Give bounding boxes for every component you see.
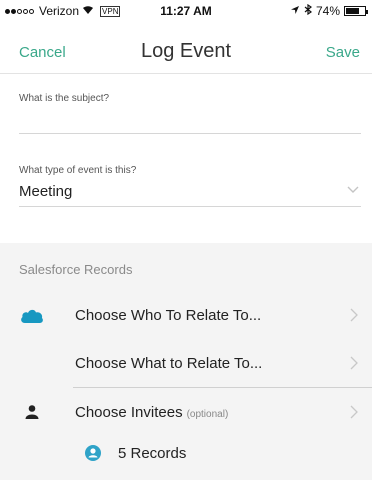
user-circle-icon — [85, 445, 101, 461]
page-title: Log Event — [140, 40, 232, 62]
invitees-row[interactable]: Choose Invitees (optional) — [0, 389, 372, 437]
battery-fill — [346, 8, 360, 14]
invitees-label: Choose Invitees — [75, 404, 183, 421]
save-button[interactable]: Save — [326, 44, 360, 61]
invitees-label-group: Choose Invitees (optional) — [75, 404, 228, 421]
nav-bar: Cancel Log Event Save — [0, 22, 372, 74]
location-arrow-icon — [290, 4, 300, 18]
chevron-right-icon — [350, 405, 358, 419]
relate-what-row[interactable]: Choose What to Relate To... — [0, 340, 372, 388]
event-type-label: What type of event is this? — [19, 165, 137, 176]
chevron-right-icon — [350, 308, 358, 322]
battery-icon — [344, 6, 368, 16]
battery-percent: 74% — [315, 4, 340, 18]
row-divider — [73, 387, 372, 388]
bluetooth-icon — [304, 3, 312, 18]
status-bar: Verizon VPN 11:27 AM 74% — [0, 0, 372, 22]
relate-what-label: Choose What to Relate To... — [75, 355, 263, 372]
salesforce-cloud-icon — [21, 309, 43, 324]
relate-who-label: Choose Who To Relate To... — [75, 307, 262, 324]
chevron-down-icon[interactable] — [346, 182, 360, 196]
subject-label: What is the subject? — [19, 93, 110, 104]
status-right: 74% — [290, 3, 368, 18]
chevron-right-icon — [350, 356, 358, 370]
optional-tag: (optional) — [186, 409, 229, 420]
person-icon — [25, 405, 39, 419]
records-count[interactable]: 5 Records — [118, 445, 186, 462]
relate-who-row[interactable]: Choose Who To Relate To... — [0, 292, 372, 340]
event-type-underline — [19, 206, 361, 207]
salesforce-records-header: Salesforce Records — [19, 262, 133, 277]
subject-underline — [19, 133, 361, 134]
event-type-select[interactable]: Meeting — [19, 183, 72, 200]
